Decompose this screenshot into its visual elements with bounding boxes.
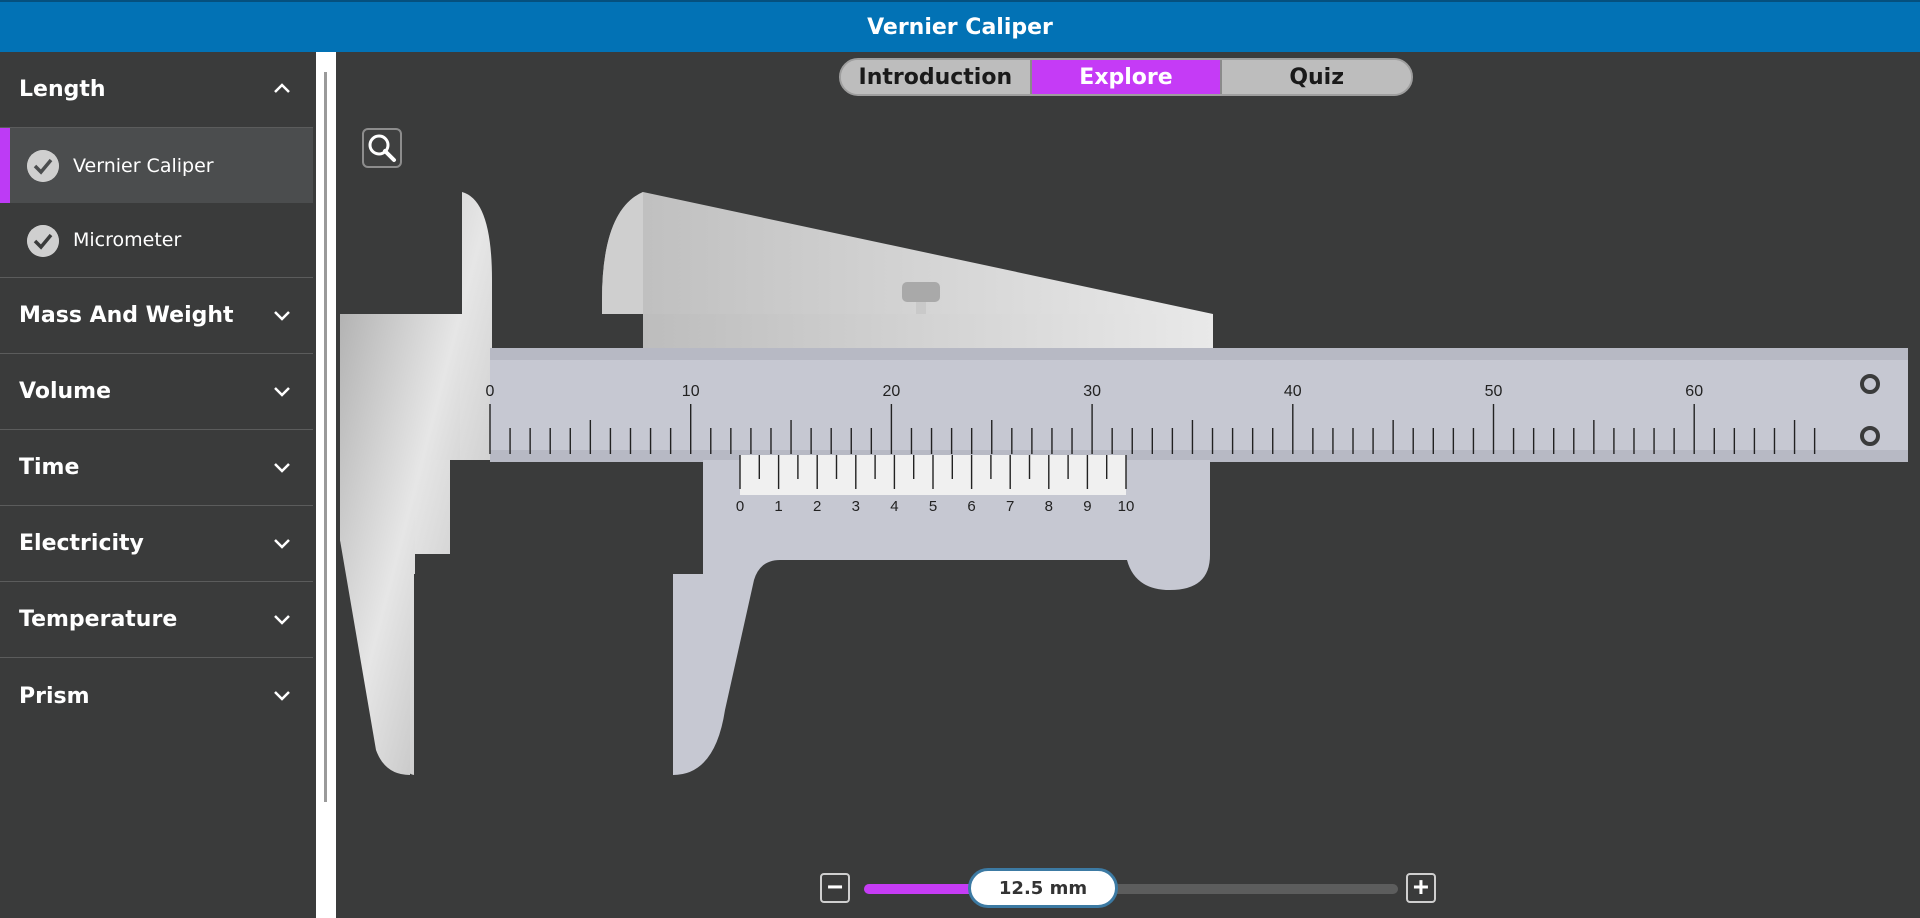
thumb-screw-stem [916, 302, 926, 314]
category-label: Time [19, 455, 80, 480]
search-icon [368, 134, 396, 162]
thumb-screw-head [902, 282, 940, 302]
chevron-down-icon[interactable] [273, 610, 291, 628]
check-circle-icon [27, 150, 59, 182]
sidebar-item-vernier-caliper[interactable]: Vernier Caliper [0, 128, 313, 203]
vernier-scale-label: 2 [813, 498, 821, 515]
main-scale-label: 10 [682, 383, 700, 400]
app-title: Vernier Caliper [867, 14, 1053, 40]
chevron-down-icon[interactable] [273, 382, 291, 400]
vernier-scale-label: 1 [774, 498, 782, 515]
category-label: Mass And Weight [19, 303, 234, 328]
vernier-scale-label: 9 [1083, 498, 1091, 515]
category-label: Volume [19, 379, 111, 404]
app-title-bar: Vernier Caliper [0, 0, 1920, 52]
sidebar: Length Vernier Caliper Micrometer Mass A… [0, 52, 316, 918]
plus-icon: + [1413, 872, 1429, 902]
chevron-down-icon[interactable] [273, 534, 291, 552]
category-label: Prism [19, 683, 90, 709]
zoom-button[interactable] [362, 128, 402, 168]
tab-explore[interactable]: Explore [1029, 60, 1221, 94]
main-scale-label: 30 [1083, 383, 1101, 400]
main-scale-label: 50 [1485, 383, 1503, 400]
category-label: Electricity [19, 531, 144, 556]
increase-button[interactable]: + [1406, 873, 1436, 903]
vernier-scale-label: 10 [1118, 498, 1135, 515]
main-scale-label: 60 [1685, 383, 1703, 400]
check-circle-icon [27, 225, 59, 257]
main-scale-label: 0 [486, 383, 495, 400]
category-length[interactable]: Length [0, 52, 313, 128]
category-volume[interactable]: Volume [0, 354, 313, 430]
decrease-button[interactable]: − [820, 873, 850, 903]
slider-value: 12.5 mm [998, 877, 1088, 899]
vernier-scale-label: 8 [1045, 498, 1053, 515]
sidebar-item-micrometer[interactable]: Micrometer [0, 203, 313, 278]
vernier-scale-label: 5 [929, 498, 937, 515]
sidebar-item-label: Micrometer [73, 229, 182, 251]
slider-value-knob[interactable]: 12.5 mm [968, 868, 1118, 908]
vernier-scale-label: 6 [967, 498, 975, 515]
minus-icon: − [827, 872, 843, 902]
main-scale-label: 40 [1284, 383, 1302, 400]
sliding-head [602, 192, 643, 314]
category-time[interactable]: Time [0, 430, 313, 506]
category-label: Length [19, 77, 106, 102]
category-mass-and-weight[interactable]: Mass And Weight [0, 278, 313, 354]
category-label: Temperature [19, 607, 178, 632]
main-beam [490, 348, 1908, 462]
vernier-scale-label: 7 [1006, 498, 1014, 515]
tab-quiz[interactable]: Quiz [1220, 60, 1411, 94]
chevron-down-icon[interactable] [273, 686, 291, 704]
measurement-slider: − 12.5 mm + [820, 866, 1436, 910]
sidebar-scrollbar[interactable] [324, 72, 327, 802]
sidebar-item-label: Vernier Caliper [73, 154, 214, 177]
vernier-scale-label: 3 [852, 498, 860, 515]
main-scale-label: 20 [883, 383, 901, 400]
chevron-down-icon[interactable] [273, 458, 291, 476]
vernier-scale-label: 4 [890, 498, 898, 515]
category-electricity[interactable]: Electricity [0, 506, 313, 582]
vernier-caliper-drawing: 0 10 20 30 40 50 60 0 1 2 3 4 5 6 7 8 9 10 [340, 192, 1908, 775]
vernier-scale-label: 0 [736, 498, 744, 515]
mode-tabs: Introduction Explore Quiz [839, 58, 1413, 96]
category-prism[interactable]: Prism [0, 658, 313, 734]
category-temperature[interactable]: Temperature [0, 582, 313, 658]
tab-introduction[interactable]: Introduction [841, 60, 1030, 94]
chevron-down-icon[interactable] [273, 306, 291, 324]
chevron-up-icon[interactable] [273, 80, 291, 98]
